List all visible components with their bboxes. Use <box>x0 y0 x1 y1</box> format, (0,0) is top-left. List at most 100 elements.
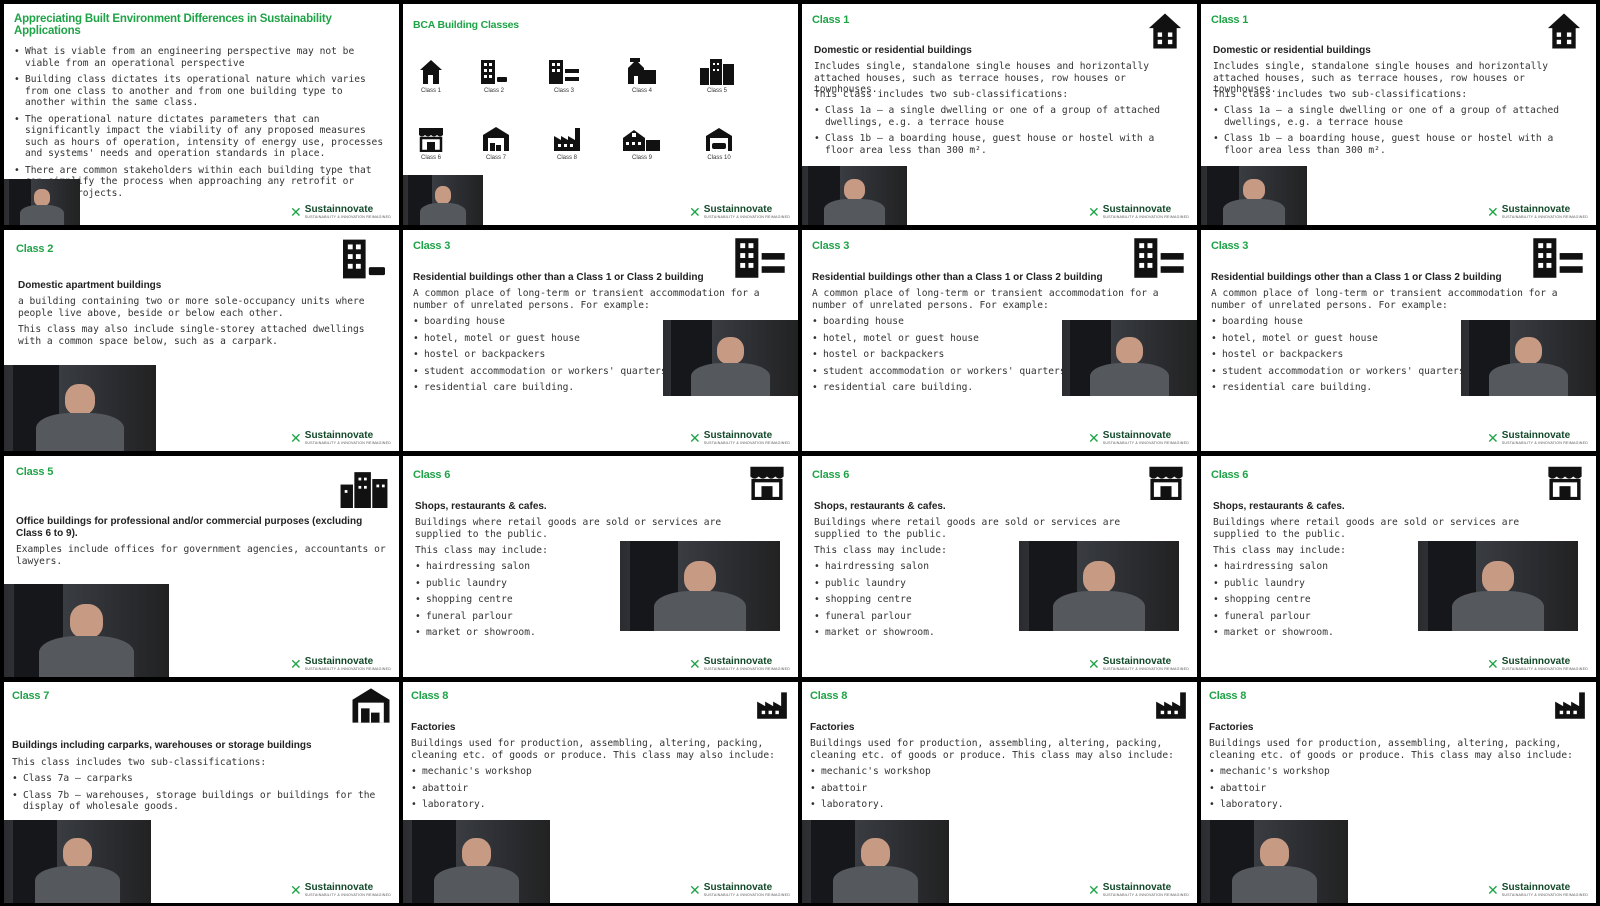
logo-name: Sustainnovate <box>1102 882 1172 893</box>
slide-13[interactable]: Class 7 Buildings including carparks, wa… <box>4 682 399 903</box>
logo-name: Sustainnovate <box>304 656 374 667</box>
bullet-list: mechanic's workshop abattoir laboratory. <box>810 766 1185 816</box>
sustainnovate-logo: ✕ Sustainnovate SUSTAINABILITY & INNOVATIO… <box>1088 205 1189 220</box>
slide-10[interactable]: Class 6 Shops, restaurants & cafes. Buil… <box>403 456 798 677</box>
sustainnovate-logo: ✕ Sustainnovate SUSTAINABILITY & INNOVATIO… <box>1088 657 1189 672</box>
slide-11[interactable]: Class 6 Shops, restaurants & cafes. Buil… <box>802 456 1197 677</box>
slide-title: Class 8 <box>411 690 449 702</box>
slide-heading: Domestic or residential buildings <box>1213 45 1371 56</box>
house-icon <box>1547 13 1581 49</box>
slide-6[interactable]: Class 3 Residential buildings other than… <box>403 230 798 451</box>
presenter-video <box>1461 320 1596 396</box>
slide-5[interactable]: Class 2 Domestic apartment buildings a b… <box>4 230 399 451</box>
mixed-building-icon <box>628 58 656 84</box>
bca-class-9: Class 9 <box>614 126 670 161</box>
slide-title: Class 3 <box>1211 240 1249 252</box>
slide-16[interactable]: Class 8 Factories Buildings used for pro… <box>1201 682 1596 903</box>
slide-heading: Shops, restaurants & cafes. <box>415 501 547 512</box>
presenter-video <box>403 820 550 903</box>
slide-title: Class 1 <box>812 14 850 26</box>
presenter-video <box>403 175 483 225</box>
logo-icon: ✕ <box>290 656 302 673</box>
sustainnovate-logo: ✕ Sustainnovate SUSTAINABILITY & INNOVATIO… <box>689 431 790 446</box>
presenter-video <box>802 820 949 903</box>
list-item: laboratory. <box>411 799 786 811</box>
slide-heading: Domestic apartment buildings <box>18 280 162 291</box>
slide-heading: Residential buildings other than a Class… <box>413 272 704 283</box>
presenter-video <box>802 166 907 225</box>
slide-14[interactable]: Class 8 Factories Buildings used for pro… <box>403 682 798 903</box>
logo-icon: ✕ <box>290 430 302 447</box>
slide-intro: a building containing two or more sole-o… <box>18 296 365 319</box>
sustainnovate-logo: ✕ Sustainnovate SUSTAINABILITY & INNOVATIO… <box>290 883 391 898</box>
logo-name: Sustainnovate <box>1102 204 1172 215</box>
logo-icon: ✕ <box>689 204 701 221</box>
slide-heading: Shops, restaurants & cafes. <box>1213 501 1345 512</box>
presenter-video <box>663 320 798 396</box>
slide-3[interactable]: Class 1 Domestic or residential building… <box>802 4 1197 225</box>
logo-tagline: SUSTAINABILITY & INNOVATION REIMAGINED <box>1102 667 1189 671</box>
sustainnovate-logo: ✕ Sustainnovate SUSTAINABILITY & INNOVATIO… <box>290 205 391 220</box>
bca-class-label: Class 8 <box>556 155 577 161</box>
slide-15[interactable]: Class 8 Factories Buildings used for pro… <box>802 682 1197 903</box>
slide-heading: Factories <box>1209 722 1254 733</box>
bca-class-5: Class 5 <box>689 56 745 94</box>
presenter-video <box>4 179 80 225</box>
slide-title: Class 7 <box>12 690 50 702</box>
logo-icon: ✕ <box>1088 430 1100 447</box>
slide-title: Class 5 <box>16 466 54 478</box>
slide-12[interactable]: Class 6 Shops, restaurants & cafes. Buil… <box>1201 456 1596 677</box>
sustainnovate-logo: ✕ Sustainnovate SUSTAINABILITY & INNOVATIO… <box>689 883 790 898</box>
bca-class-label: Class 3 <box>553 88 574 94</box>
logo-tagline: SUSTAINABILITY & INNOVATION REIMAGINED <box>304 441 391 445</box>
bullet-list: Class 1a – a single dwelling or one of a… <box>814 105 1185 161</box>
slide-intro: A common place of long-term or transient… <box>1211 288 1558 311</box>
logo-icon: ✕ <box>689 430 701 447</box>
factory-icon <box>1555 692 1585 719</box>
logo-name: Sustainnovate <box>703 430 773 441</box>
bca-class-label: Class 5 <box>706 88 727 94</box>
bca-class-8: Class 8 <box>539 126 595 161</box>
slide-intro: Buildings where retail goods are sold or… <box>814 517 1121 540</box>
shop-icon <box>1149 466 1183 500</box>
slide-heading: Residential buildings other than a Class… <box>1211 272 1502 283</box>
house-icon <box>1148 13 1182 49</box>
logo-name: Sustainnovate <box>703 204 773 215</box>
slide-intro: This class includes two sub-classificati… <box>12 757 267 768</box>
logo-tagline: SUSTAINABILITY & INNOVATION REIMAGINED <box>1501 215 1588 219</box>
bca-class-2: Class 2 <box>466 59 522 94</box>
logo-name: Sustainnovate <box>703 882 773 893</box>
list-item: abattoir <box>411 783 786 795</box>
list-item: Class 1a – a single dwelling or one of a… <box>1213 105 1584 128</box>
bca-class-label: Class 9 <box>631 155 652 161</box>
slide-heading: Domestic or residential buildings <box>814 45 972 56</box>
logo-tagline: SUSTAINABILITY & INNOVATION REIMAGINED <box>304 667 391 671</box>
logo-icon: ✕ <box>1088 656 1100 673</box>
logo-tagline: SUSTAINABILITY & INNOVATION REIMAGINED <box>1102 441 1189 445</box>
slide-4[interactable]: Class 1 Domestic or residential building… <box>1201 4 1596 225</box>
slide-intro-2: This class may also include single-store… <box>18 324 365 347</box>
slide-1[interactable]: Appreciating Built Environment Differenc… <box>4 4 399 225</box>
slide-9[interactable]: Class 5 Office buildings for professiona… <box>4 456 399 677</box>
list-item: abattoir <box>1209 783 1584 795</box>
slide-heading: Shops, restaurants & cafes. <box>814 501 946 512</box>
presenter-video <box>1418 541 1578 631</box>
slide-intro: Examples include offices for government … <box>16 544 386 567</box>
slide-2[interactable]: BCA Building Classes Class 1 Class 2 Cla… <box>403 4 798 225</box>
slide-title: Class 1 <box>1211 14 1249 26</box>
slide-8[interactable]: Class 3 Residential buildings other than… <box>1201 230 1596 451</box>
presenter-video <box>1201 820 1348 903</box>
apartment-car-icon <box>481 60 507 84</box>
slide-title: Class 6 <box>812 469 850 481</box>
building-beds-icon <box>735 238 785 278</box>
slide-intro: A common place of long-term or transient… <box>413 288 760 311</box>
warehouse-icon <box>352 688 390 723</box>
slide-title: Class 6 <box>1211 469 1249 481</box>
carport-icon <box>706 128 732 151</box>
slide-7[interactable]: Class 3 Residential buildings other than… <box>802 230 1197 451</box>
logo-icon: ✕ <box>1487 204 1499 221</box>
building-beds-icon <box>1533 238 1583 278</box>
bca-class-1: Class 1 <box>403 59 459 94</box>
slide-title: Class 8 <box>1209 690 1247 702</box>
list-item: laboratory. <box>1209 799 1584 811</box>
